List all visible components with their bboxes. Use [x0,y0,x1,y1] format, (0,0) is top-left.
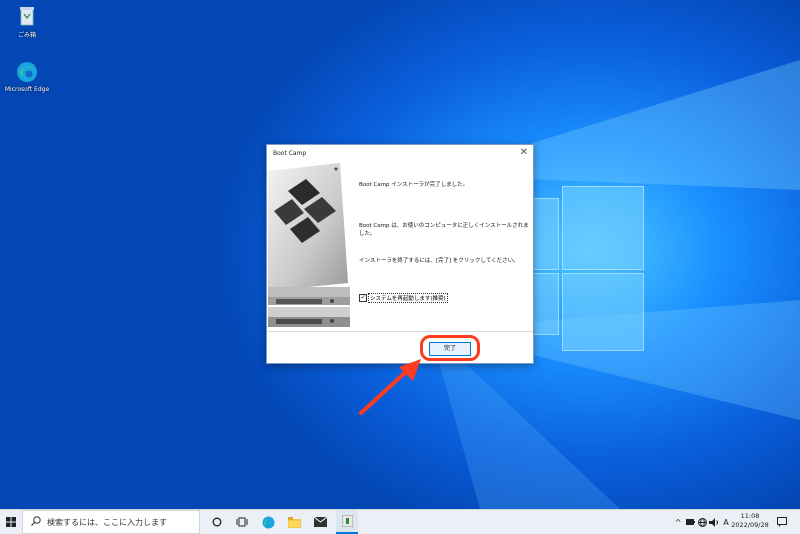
taskbar: 検索するには、ここに入力します ^ A 11:08 2022/09/28 [0,509,800,534]
bootcamp-installer-dialog: Boot Camp ✕ Boot Camp インストーラが完了しました。 Boo… [266,144,534,364]
finish-instruction-message: インストーラを終了するには、[完了] をクリックしてください。 [359,258,519,264]
edge-icon [262,516,274,528]
clock-date: 2022/09/28 [731,521,769,529]
network-globe-icon[interactable] [696,510,708,534]
task-view-button[interactable] [232,510,252,534]
cortana-circle-icon [212,517,222,527]
dialog-separator [267,331,533,332]
pointer-arrow-annotation [359,359,421,415]
search-placeholder: 検索するには、ここに入力します [47,517,167,527]
taskbar-search-box[interactable]: 検索するには、ここに入力します [22,510,200,534]
task-view-icon [236,517,248,527]
restart-checkbox[interactable]: ✓ [359,294,367,302]
taskbar-edge-button[interactable] [258,510,278,534]
taskbar-bootcamp-button[interactable] [336,510,358,534]
notification-center-icon[interactable] [774,510,790,534]
desktop-icon-recycle-bin[interactable]: ごみ箱 [0,4,54,39]
bootcamp-drive-illustration [268,163,350,327]
taskbar-clock[interactable]: 11:08 2022/09/28 [730,512,770,530]
install-success-message-line2: した。 [359,231,376,237]
edge-icon [15,60,39,84]
finish-button-highlight-ring [420,335,480,361]
desktop-icon-label: ごみ箱 [17,32,36,39]
battery-icon[interactable] [684,510,696,534]
install-complete-message: Boot Camp インストーラが完了しました。 [359,182,469,188]
taskbar-mail-button[interactable] [310,510,330,534]
desktop-icon-label: Microsoft Edge [4,86,50,93]
search-icon [31,516,41,528]
ime-indicator-label: A [723,517,729,527]
cortana-button[interactable] [207,510,227,534]
restart-option[interactable]: ✓ システムを再起動します(推奨) [359,293,448,303]
wallpaper-logo-pane [562,273,644,351]
volume-icon[interactable] [708,510,720,534]
wallpaper-logo-pane [533,198,559,270]
dialog-titlebar[interactable]: Boot Camp ✕ [267,145,533,163]
desktop-icon-edge[interactable]: Microsoft Edge [0,60,54,93]
wallpaper-logo-pane [562,186,644,270]
bootcamp-installer-icon [341,515,353,527]
install-success-message-line1: Boot Camp は、お使いのコンピュータに正しくインストールされま [359,223,529,229]
wallpaper-logo-pane [533,273,559,335]
recycle-bin-icon [15,4,39,28]
start-button[interactable] [0,510,22,534]
folder-icon [287,516,301,528]
restart-checkbox-label[interactable]: システムを再起動します(推奨) [368,293,448,303]
chevron-up-icon[interactable]: ^ [672,510,684,534]
taskbar-explorer-button[interactable] [284,510,304,534]
mail-icon [313,517,327,527]
dialog-title: Boot Camp [273,150,307,157]
clock-time: 11:08 [740,512,760,520]
windows-start-icon [6,517,16,527]
close-icon[interactable]: ✕ [520,147,528,158]
